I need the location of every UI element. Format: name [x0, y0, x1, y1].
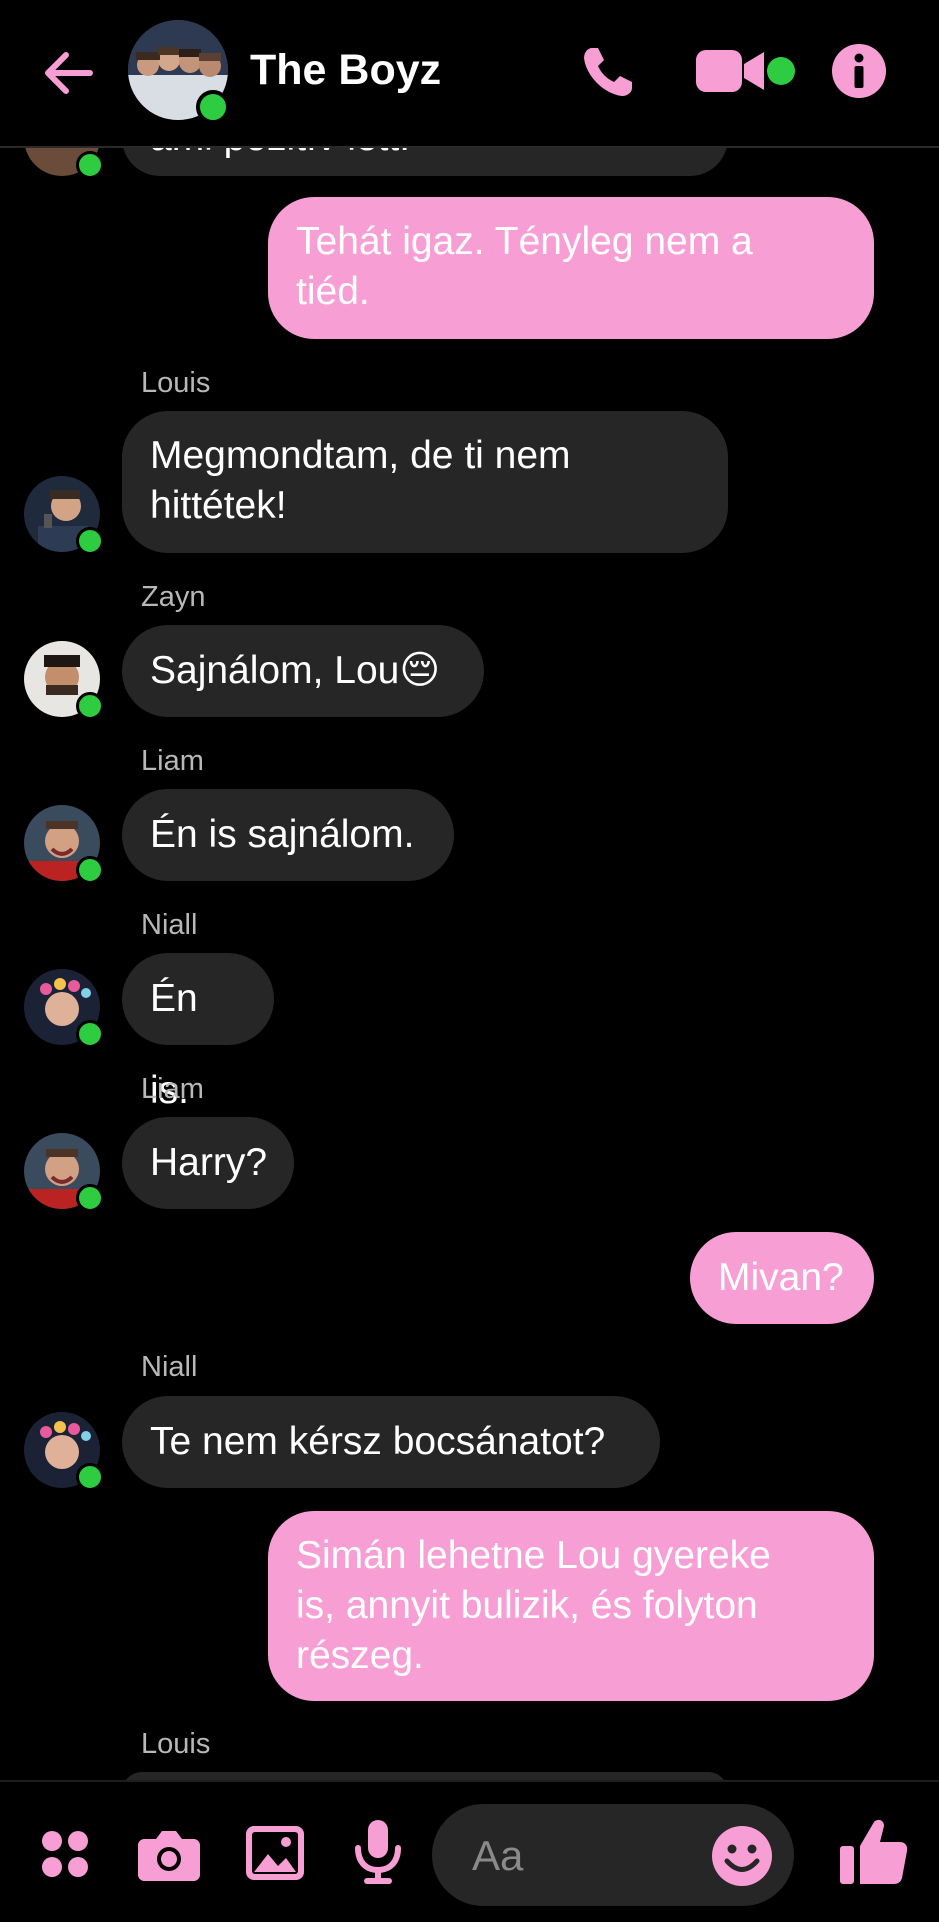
message-text-line: Simán lehetne Lou gyereke: [296, 1534, 771, 1577]
message-text-line: Tehát igaz. Tényleg nem a: [296, 220, 753, 263]
message-text: Sajnálom, Lou: [150, 649, 400, 692]
sender-name: Zayn: [141, 581, 206, 613]
sender-name: Niall: [141, 1351, 198, 1383]
sender-name: Liam: [141, 745, 204, 777]
message-text: Én is sajnálom.: [150, 813, 415, 856]
online-status-dot: [76, 1184, 104, 1212]
video-camera-icon[interactable]: [696, 48, 766, 94]
image-icon[interactable]: [246, 1826, 304, 1880]
video-active-dot: [767, 57, 795, 85]
info-icon[interactable]: [832, 44, 886, 98]
online-status-dot: [76, 1463, 104, 1491]
sender-name: Liam: [141, 1073, 204, 1105]
message-text: Mivan?: [718, 1256, 844, 1299]
message-text-line: Megmondtam, de ti nem: [150, 434, 571, 477]
message-text: Te nem kérsz bocsánatot?: [150, 1420, 606, 1463]
online-status-dot: [76, 692, 104, 720]
message-text-line: tiéd.: [296, 270, 370, 313]
phone-icon[interactable]: [578, 42, 638, 102]
online-status-dot: [76, 1020, 104, 1048]
chat-header: The Boyz: [0, 0, 939, 148]
message-bubble-incoming[interactable]: Én is.: [122, 953, 274, 1112]
online-status-dot: [196, 90, 230, 124]
message-input[interactable]: [470, 1828, 704, 1884]
pensive-face-emoji: 😔: [399, 648, 441, 693]
online-status-dot: [76, 527, 104, 555]
smiley-icon[interactable]: [712, 1826, 772, 1886]
message-bubble-incoming[interactable]: Harry?: [122, 1117, 294, 1209]
sender-name: Louis: [141, 367, 211, 399]
message-bubble-outgoing[interactable]: Tehát igaz. Tényleg nem a tiéd.: [268, 197, 874, 339]
message-bubble-incoming[interactable]: Te nem kérsz bocsánatot?: [122, 1396, 660, 1488]
conversation-title: The Boyz: [250, 46, 442, 94]
microphone-icon[interactable]: [354, 1820, 402, 1886]
thumbs-up-icon[interactable]: [838, 1816, 908, 1886]
message-text: Harry?: [150, 1141, 268, 1184]
online-status-dot: [76, 151, 104, 179]
composer-bar: [0, 1780, 939, 1922]
sender-name: Niall: [141, 909, 198, 941]
arrow-left-icon[interactable]: [38, 42, 100, 104]
message-bubble-outgoing[interactable]: Simán lehetne Lou gyereke is, annyit bul…: [268, 1511, 874, 1701]
message-bubble-outgoing[interactable]: Mivan?: [690, 1232, 874, 1324]
four-dots-icon[interactable]: [40, 1829, 90, 1879]
camera-icon[interactable]: [138, 1827, 200, 1881]
message-composer: [432, 1804, 794, 1906]
message-bubble-incoming[interactable]: Sajnálom, Lou😔: [122, 625, 484, 717]
message-text-line: hittétek!: [150, 484, 287, 527]
message-bubble-incoming[interactable]: Megmondtam, de ti nem hittétek!: [122, 411, 728, 553]
message-text-line: részeg.: [296, 1634, 424, 1677]
online-status-dot: [76, 856, 104, 884]
message-bubble-incoming[interactable]: Én is sajnálom.: [122, 789, 454, 881]
message-text-line: is, annyit bulizik, és folyton: [296, 1584, 758, 1627]
sender-name: Louis: [141, 1728, 211, 1760]
